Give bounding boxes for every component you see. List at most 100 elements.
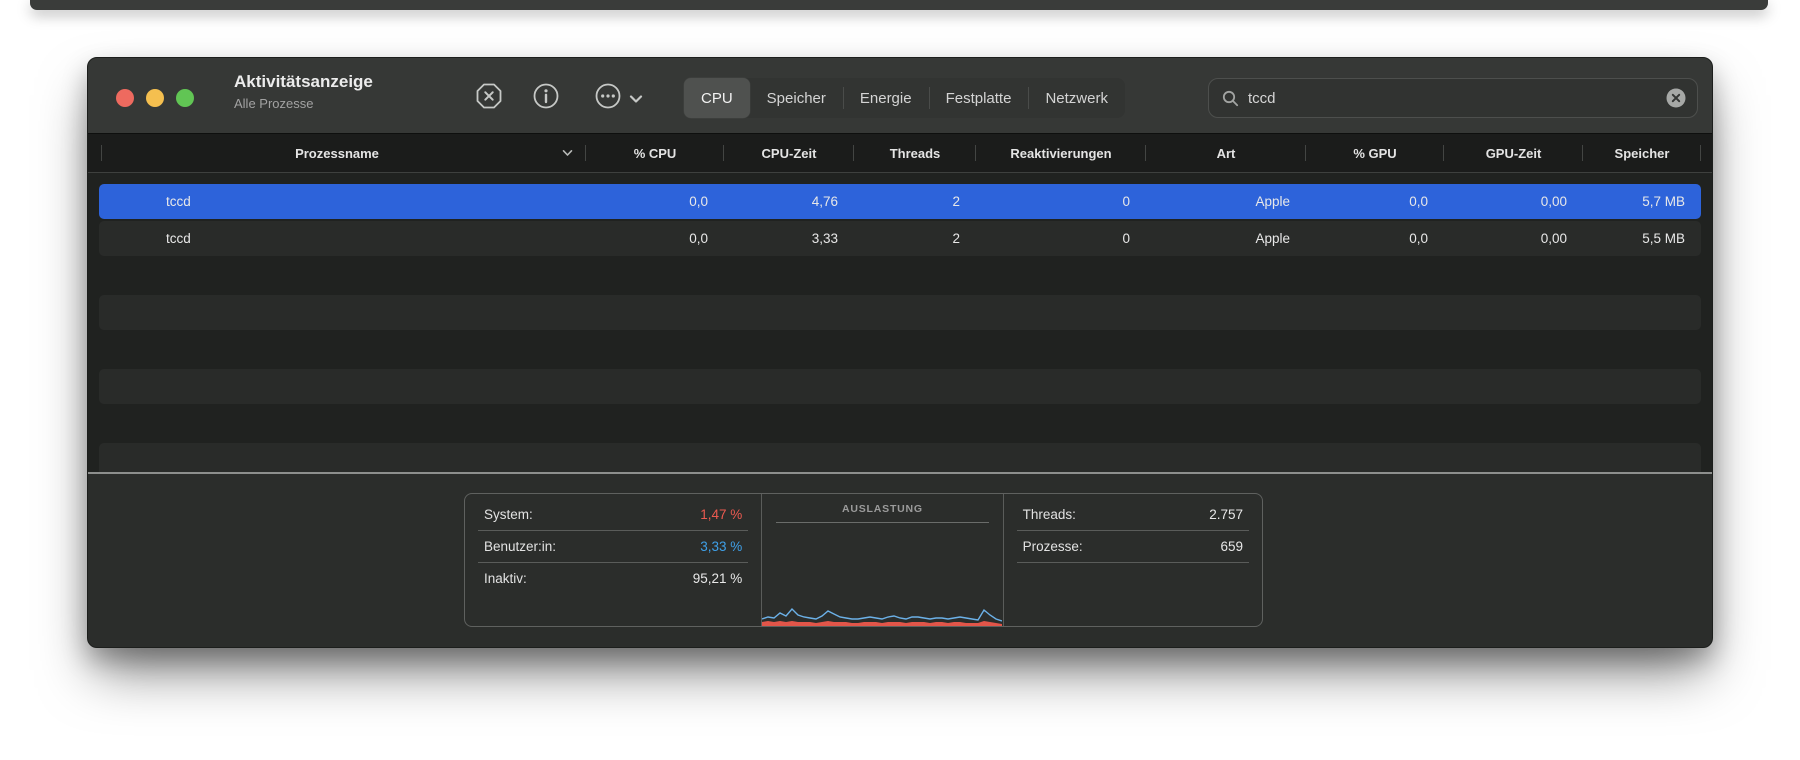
column-header-label: % GPU (1353, 146, 1396, 161)
column-header-label: Art (1217, 146, 1236, 161)
process-value-cell: 0,0 (1306, 231, 1444, 246)
stat-row-inaktiv: Inaktiv: 95,21 % (478, 563, 748, 594)
tab-festplatte[interactable]: Festplatte (929, 78, 1029, 118)
row-background (99, 295, 1701, 330)
stat-value: 1,47 % (700, 507, 742, 522)
stats-area: System: 1,47 % Benutzer:in: 3,33 % Inaktiv: 9… (88, 474, 1712, 648)
column-header-label: Speicher (1615, 146, 1670, 161)
stat-row-benutzerin: Benutzer:in: 3,33 % (478, 531, 748, 563)
header-scrollbar-gutter (1701, 134, 1713, 172)
info-icon (531, 81, 561, 111)
process-value-cell: 0,00 (1444, 231, 1583, 246)
column-header-label: Prozessname (295, 146, 379, 161)
empty-table-row (88, 331, 1712, 368)
process-value-cell: 2 (854, 231, 976, 246)
search-field[interactable]: tccd (1208, 78, 1698, 118)
column-header--gpu[interactable]: % GPU (1306, 134, 1444, 172)
stat-label: Inaktiv: (484, 571, 527, 586)
system-load-area (762, 621, 1002, 626)
row-background (99, 332, 1701, 367)
process-value-cell: 0,0 (586, 231, 724, 246)
empty-table-row (88, 294, 1712, 331)
more-options-icon (593, 81, 623, 111)
process-value-cell: 0 (976, 231, 1146, 246)
tab-energie[interactable]: Energie (843, 78, 929, 118)
process-value-cell: 5,7 MB (1583, 194, 1701, 209)
table-header: Prozessname % CPU CPU-Zeit Threads Reaktivie… (88, 133, 1712, 173)
table-row[interactable]: tccd0,04,7620Apple0,00,005,7 MB (88, 183, 1712, 220)
table-row[interactable]: tccd0,03,3320Apple0,00,005,5 MB (88, 220, 1712, 257)
process-value-cell: 0 (976, 194, 1146, 209)
column-header-gpu-zeit[interactable]: GPU-Zeit (1444, 134, 1583, 172)
user-load-line (762, 609, 1002, 621)
column-header-speicher[interactable]: Speicher (1583, 134, 1701, 172)
process-value-cell: 4,76 (724, 194, 854, 209)
process-value-cell: 2 (854, 194, 976, 209)
column-header-cpu-zeit[interactable]: CPU-Zeit (724, 134, 854, 172)
process-value-cell: Apple (1146, 231, 1306, 246)
search-input[interactable]: tccd (1248, 90, 1665, 107)
process-value-cell: Apple (1146, 194, 1306, 209)
stat-value: 95,21 % (693, 571, 743, 586)
empty-table-row (88, 368, 1712, 405)
process-count-section: Threads:2.757Prozesse:659 (1004, 494, 1262, 626)
window-title: Aktivitätsanzeige (234, 71, 373, 92)
cpu-load-sparkline (762, 596, 1002, 626)
more-options-button[interactable] (593, 81, 623, 111)
column-header-label: CPU-Zeit (762, 146, 817, 161)
zoom-window-button[interactable] (176, 89, 194, 107)
empty-table-row (88, 257, 1712, 294)
minimize-window-button[interactable] (146, 89, 164, 107)
process-value-cell: 0,00 (1444, 194, 1583, 209)
cpu-percent-section: System: 1,47 % Benutzer:in: 3,33 % Inaktiv: 9… (465, 494, 762, 626)
category-tab-group: CPUSpeicherEnergieFestplatteNetzwerk (684, 78, 1125, 118)
process-value-cell: 0,0 (586, 194, 724, 209)
stat-label: Benutzer:in: (484, 539, 556, 554)
process-value-cell: 0,0 (1306, 194, 1444, 209)
column-header-label: Reaktivierungen (1010, 146, 1111, 161)
stat-row-prozesse: Prozesse:659 (1017, 531, 1249, 563)
column-header-label: % CPU (634, 146, 677, 161)
clear-circle-icon (1665, 97, 1687, 112)
load-chart-title-underline (776, 522, 988, 523)
other-window-bottom-edge (30, 0, 1768, 10)
header-left-divider (101, 145, 102, 161)
process-name-cell: tccd (88, 231, 586, 246)
quit-process-button[interactable] (474, 81, 504, 111)
stat-row-system: System: 1,47 % (478, 499, 748, 531)
sort-chevron-icon (562, 149, 573, 157)
empty-table-row (88, 405, 1712, 442)
search-icon (1222, 90, 1239, 107)
window-subtitle: Alle Prozesse (234, 95, 373, 112)
row-background (99, 369, 1701, 404)
quit-process-icon (474, 81, 504, 111)
chevron-down-icon[interactable] (629, 91, 643, 109)
process-name-cell: tccd (88, 194, 586, 209)
inspect-process-button[interactable] (531, 81, 561, 111)
load-chart-title: AUSLASTUNG (762, 503, 1002, 515)
column-header-prozessname[interactable]: Prozessname (88, 134, 586, 172)
column-header-reaktivierungen[interactable]: Reaktivierungen (976, 134, 1146, 172)
column-header-label: Threads (890, 146, 941, 161)
process-value-cell: 5,5 MB (1583, 231, 1701, 246)
stat-value: 3,33 % (700, 539, 742, 554)
stat-label: System: (484, 507, 533, 522)
stat-label: Threads: (1023, 507, 1076, 522)
titlebar: Aktivitätsanzeige Alle Prozesse (88, 58, 1712, 133)
column-header-art[interactable]: Art (1146, 134, 1306, 172)
column-header--cpu[interactable]: % CPU (586, 134, 724, 172)
tab-cpu[interactable]: CPU (684, 78, 750, 118)
stat-row-threads: Threads:2.757 (1017, 499, 1249, 531)
stat-value: 659 (1220, 539, 1243, 554)
close-window-button[interactable] (116, 89, 134, 107)
activity-monitor-window: Aktivitätsanzeige Alle Prozesse (87, 57, 1713, 648)
tab-speicher[interactable]: Speicher (750, 78, 843, 118)
tab-netzwerk[interactable]: Netzwerk (1028, 78, 1125, 118)
row-background (99, 406, 1701, 441)
process-table: tccd0,04,7620Apple0,00,005,7 MBtccd0,03,… (88, 174, 1712, 482)
column-header-label: GPU-Zeit (1486, 146, 1542, 161)
clear-search-button[interactable] (1665, 87, 1687, 109)
column-header-threads[interactable]: Threads (854, 134, 976, 172)
row-background (99, 258, 1701, 293)
cpu-stats-panel: System: 1,47 % Benutzer:in: 3,33 % Inaktiv: 9… (464, 493, 1263, 627)
